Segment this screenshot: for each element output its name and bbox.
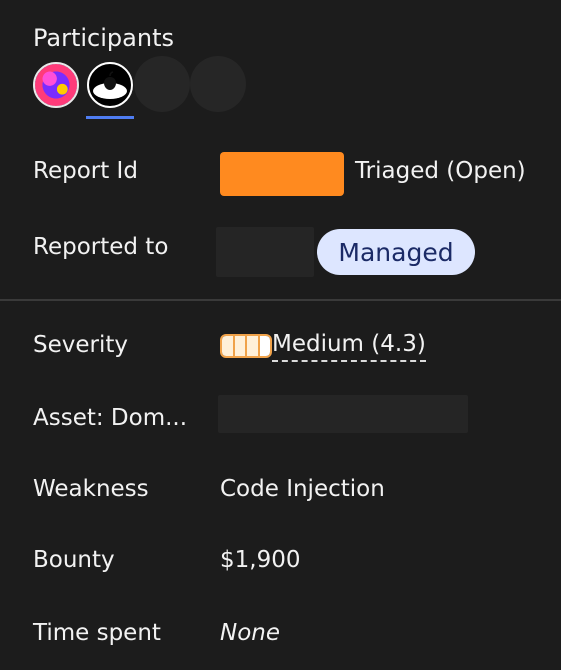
section-divider	[0, 299, 561, 301]
severity-label: Severity	[33, 332, 128, 358]
weakness-label: Weakness	[33, 476, 149, 502]
managed-badge: Managed	[317, 229, 475, 275]
reported-to-redacted	[216, 227, 314, 277]
bounty-label: Bounty	[33, 547, 115, 573]
report-id-value-redacted	[220, 152, 344, 196]
time-spent-label: Time spent	[33, 620, 161, 646]
empty-avatar	[134, 56, 190, 112]
severity-value[interactable]: Medium (4.3)	[272, 333, 426, 362]
severity-segment	[234, 336, 247, 356]
time-spent-value: None	[220, 620, 281, 646]
selected-avatar-underline	[86, 116, 134, 119]
apple-logo-icon	[93, 71, 127, 99]
report-status: Triaged (Open)	[355, 158, 526, 184]
severity-segment	[259, 336, 270, 356]
bounty-value: $1,900	[220, 547, 301, 573]
severity-segment	[247, 336, 260, 356]
report-id-label: Report Id	[33, 158, 138, 184]
asset-label: Asset: Dom...	[33, 405, 188, 431]
empty-avatar	[190, 56, 246, 112]
apple-avatar[interactable]	[87, 62, 133, 108]
severity-segment	[222, 336, 235, 356]
reported-to-label: Reported to	[33, 234, 169, 260]
weakness-value: Code Injection	[220, 476, 385, 502]
asset-value-redacted	[218, 395, 468, 433]
tiger-avatar[interactable]	[33, 62, 79, 108]
participants-title: Participants	[33, 24, 174, 52]
severity-meter	[220, 334, 272, 358]
